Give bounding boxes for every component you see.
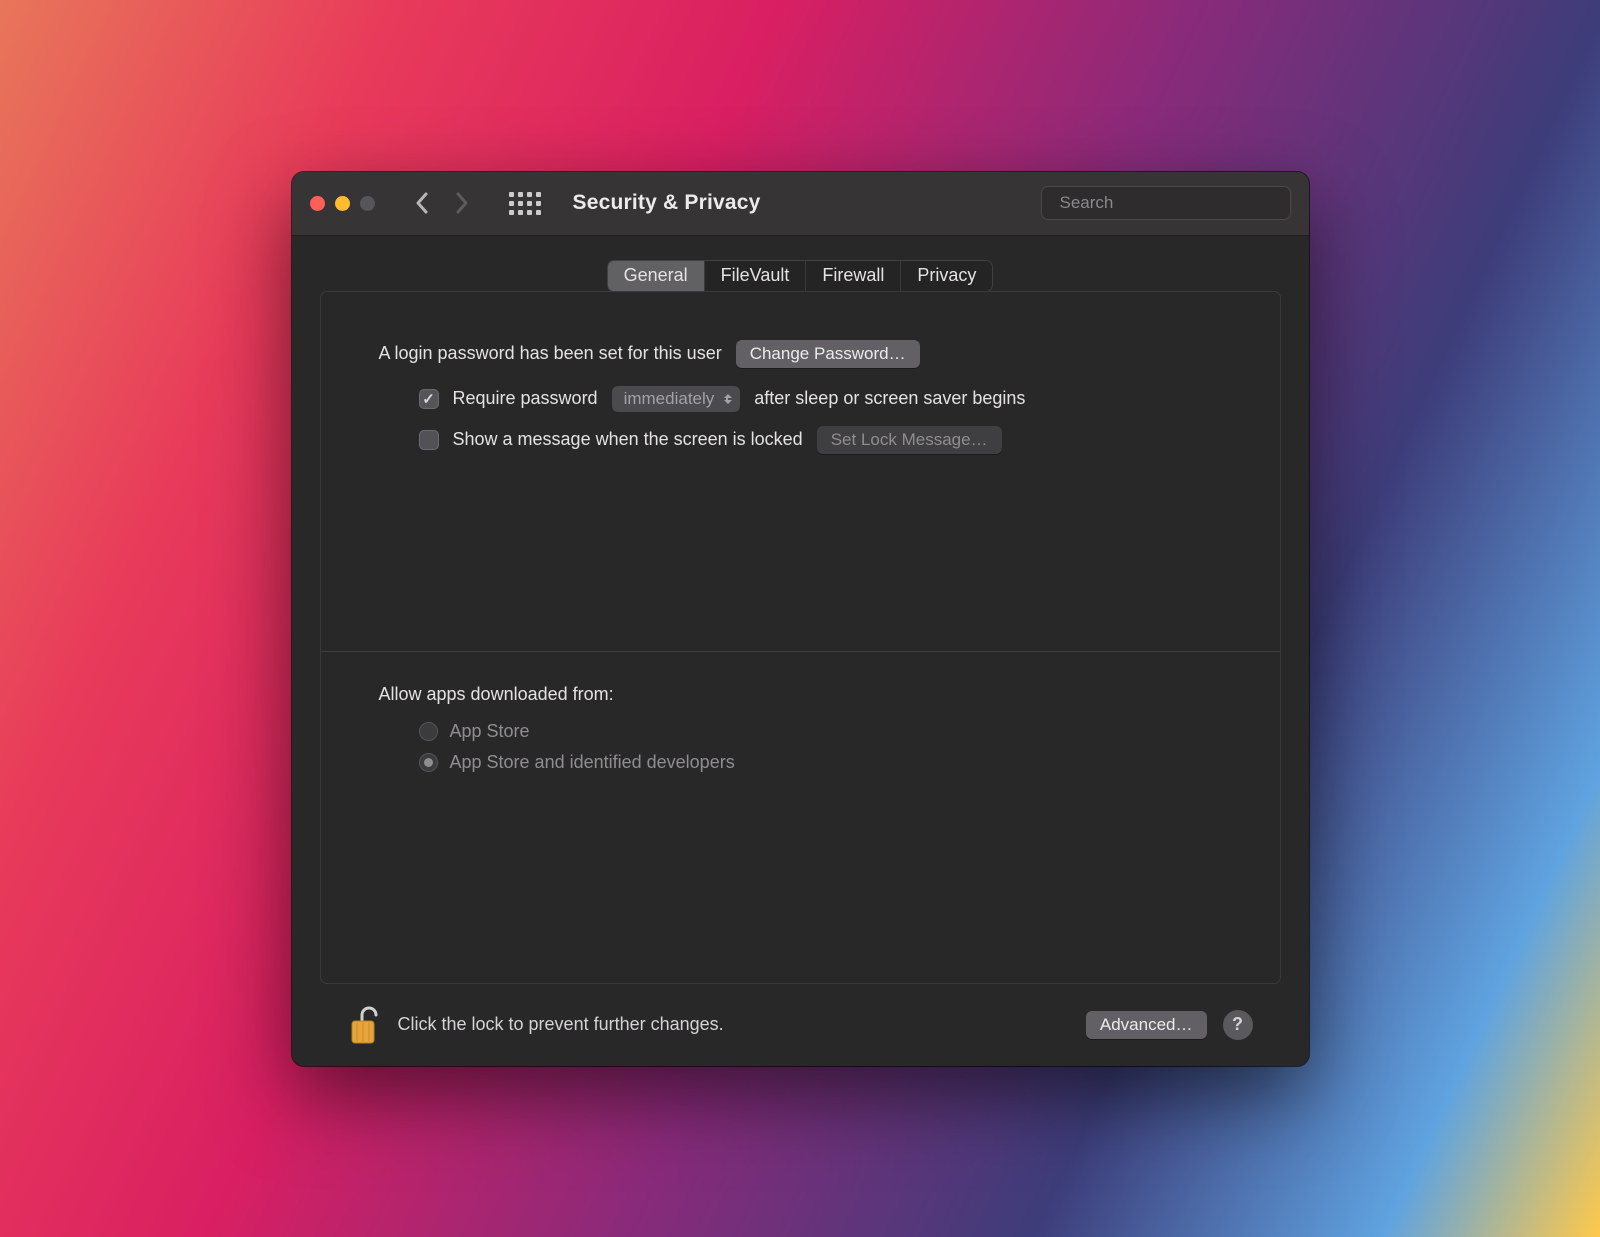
radio-app-store-and-developers-label: App Store and identified developers xyxy=(450,752,735,773)
search-field[interactable] xyxy=(1041,186,1291,220)
window-title: Security & Privacy xyxy=(573,191,761,215)
tab-general[interactable]: General xyxy=(608,261,705,291)
tab-bar: General FileVault Firewall Privacy xyxy=(607,260,994,292)
minimize-window-button[interactable] xyxy=(335,196,350,211)
advanced-button[interactable]: Advanced… xyxy=(1086,1011,1207,1039)
tab-privacy[interactable]: Privacy xyxy=(901,261,992,291)
forward-button xyxy=(455,192,469,214)
radio-app-store-and-developers xyxy=(419,753,438,772)
radio-app-store xyxy=(419,722,438,741)
require-password-delay-select[interactable]: immediately xyxy=(612,386,741,412)
maximize-window-button xyxy=(360,196,375,211)
require-password-suffix: after sleep or screen saver begins xyxy=(754,388,1025,409)
require-password-checkbox[interactable] xyxy=(419,389,439,409)
general-panel: A login password has been set for this u… xyxy=(320,291,1281,984)
allow-apps-label: Allow apps downloaded from: xyxy=(379,684,1222,705)
set-lock-message-button: Set Lock Message… xyxy=(817,426,1002,454)
lock-hint-text: Click the lock to prevent further change… xyxy=(398,1014,724,1035)
footer: Click the lock to prevent further change… xyxy=(320,984,1281,1066)
window-controls xyxy=(310,196,375,211)
change-password-button[interactable]: Change Password… xyxy=(736,340,920,368)
show-all-preferences-button[interactable] xyxy=(509,192,541,215)
close-window-button[interactable] xyxy=(310,196,325,211)
back-button[interactable] xyxy=(415,192,429,214)
search-input[interactable] xyxy=(1060,193,1281,213)
tab-firewall[interactable]: Firewall xyxy=(806,261,901,291)
help-button[interactable]: ? xyxy=(1223,1010,1253,1040)
require-password-prefix: Require password xyxy=(453,388,598,409)
titlebar: Security & Privacy xyxy=(292,172,1309,236)
show-lock-message-label: Show a message when the screen is locked xyxy=(453,429,803,450)
divider xyxy=(321,651,1280,652)
content-area: General FileVault Firewall Privacy A log… xyxy=(292,236,1309,1066)
show-lock-message-checkbox[interactable] xyxy=(419,430,439,450)
stepper-icon xyxy=(724,394,732,404)
system-preferences-window: Security & Privacy General FileVault Fir… xyxy=(292,172,1309,1066)
password-set-label: A login password has been set for this u… xyxy=(379,343,722,364)
radio-app-store-label: App Store xyxy=(450,721,530,742)
nav-arrows xyxy=(415,192,469,214)
tab-filevault[interactable]: FileVault xyxy=(705,261,807,291)
require-password-delay-value: immediately xyxy=(624,389,715,408)
lock-icon[interactable] xyxy=(348,1005,382,1045)
